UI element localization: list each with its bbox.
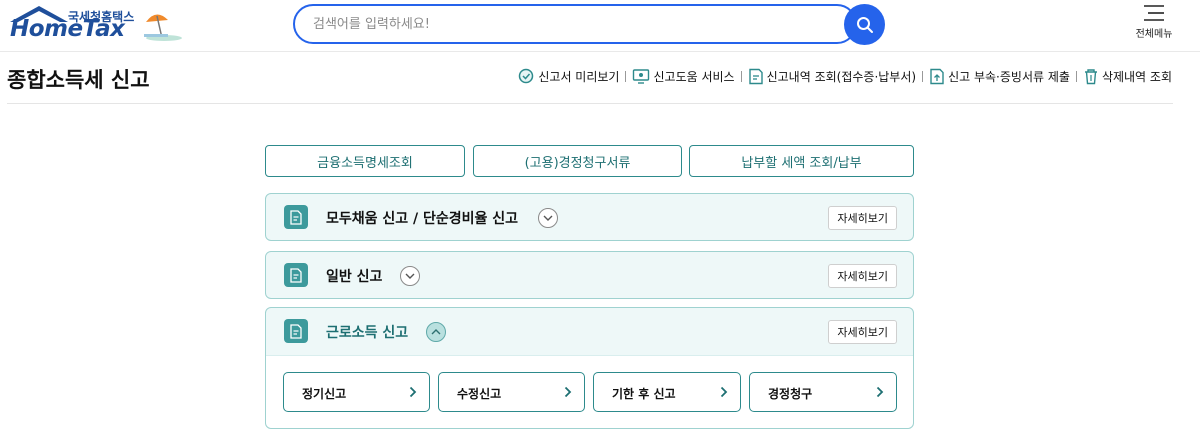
trash-icon bbox=[1084, 69, 1097, 85]
monitor-help-icon bbox=[633, 69, 650, 84]
divider bbox=[922, 71, 924, 82]
card-title: 일반 신고 bbox=[326, 269, 383, 285]
divider bbox=[625, 71, 627, 82]
button-label: 경정청구 bbox=[768, 387, 813, 401]
expand-toggle[interactable] bbox=[400, 266, 420, 286]
regular-filing-button[interactable]: 정기신고 bbox=[283, 372, 430, 412]
all-menu-label: 전체메뉴 bbox=[1135, 29, 1173, 40]
detail-view-button[interactable]: 자세히보기 bbox=[828, 206, 897, 230]
search-input[interactable] bbox=[293, 4, 857, 44]
detail-view-button[interactable]: 자세히보기 bbox=[828, 320, 897, 344]
expand-toggle[interactable] bbox=[538, 208, 558, 228]
late-filing-button[interactable]: 기한 후 신고 bbox=[593, 372, 741, 412]
filing-card-earned-income: 근로소득 신고 자세히보기 정기신고 수정신고 기한 후 신고 경정청구 bbox=[265, 307, 914, 429]
search-icon bbox=[856, 16, 873, 33]
hometax-logo[interactable]: 국세청홈택스 HomeTax bbox=[6, 2, 182, 48]
beach-umbrella-icon bbox=[144, 14, 182, 41]
doc-list-icon bbox=[748, 68, 763, 85]
card-body: 정기신고 수정신고 기한 후 신고 경정청구 bbox=[266, 355, 913, 428]
quick-link-label: 신고내역 조회(접수증·납부서) bbox=[766, 70, 917, 84]
page-title: 종합소득세 신고 bbox=[7, 68, 150, 92]
amended-filing-button[interactable]: 수정신고 bbox=[438, 372, 585, 412]
quick-link-label: 신고도움 서비스 bbox=[653, 70, 735, 84]
quick-links: 신고서 미리보기 신고도움 서비스 신고내역 조회(접수증·납부서) 신고 부속… bbox=[518, 68, 1172, 85]
doc-upload-icon bbox=[930, 68, 944, 85]
card-header[interactable]: 근로소득 신고 자세히보기 bbox=[266, 308, 913, 354]
chevron-right-icon bbox=[876, 386, 884, 398]
quick-link-deleted[interactable]: 삭제내역 조회 bbox=[1083, 68, 1172, 85]
employment-claim-docs-button[interactable]: (고용)경정청구서류 bbox=[473, 145, 682, 177]
logo-title: HomeTax bbox=[10, 16, 125, 42]
divider bbox=[1075, 71, 1077, 82]
search-bar bbox=[293, 4, 885, 45]
top-header: 국세청홈택스 HomeTax 전체메뉴 bbox=[0, 0, 1200, 52]
chevron-right-icon bbox=[720, 386, 728, 398]
card-header[interactable]: 일반 신고 자세히보기 bbox=[266, 252, 913, 298]
tax-payment-lookup-button[interactable]: 납부할 세액 조회/납부 bbox=[689, 145, 914, 177]
quick-link-history[interactable]: 신고내역 조회(접수증·납부서) bbox=[748, 68, 916, 85]
chevron-right-icon bbox=[564, 386, 572, 398]
chevron-right-icon bbox=[409, 386, 417, 398]
divider bbox=[740, 71, 742, 82]
quick-link-submit-docs[interactable]: 신고 부속·증빙서류 제출 bbox=[929, 68, 1070, 85]
search-button[interactable] bbox=[844, 4, 885, 45]
document-edit-icon bbox=[284, 263, 308, 287]
chevron-up-icon bbox=[431, 329, 441, 335]
quick-link-help-service[interactable]: 신고도움 서비스 bbox=[632, 68, 735, 85]
detail-view-button[interactable]: 자세히보기 bbox=[828, 264, 897, 288]
filing-card-general: 일반 신고 자세히보기 bbox=[265, 251, 914, 299]
button-label: 수정신고 bbox=[457, 387, 502, 401]
correction-claim-button[interactable]: 경정청구 bbox=[749, 372, 897, 412]
quick-link-label: 신고 부속·증빙서류 제출 bbox=[948, 70, 1070, 84]
card-header[interactable]: 모두채움 신고 / 단순경비율 신고 자세히보기 bbox=[266, 194, 913, 240]
quick-link-preview[interactable]: 신고서 미리보기 bbox=[518, 68, 619, 85]
hamburger-icon bbox=[1144, 5, 1164, 21]
chevron-down-icon bbox=[405, 273, 415, 279]
document-edit-icon bbox=[284, 319, 308, 343]
collapse-toggle[interactable] bbox=[426, 322, 446, 342]
button-label: 정기신고 bbox=[302, 387, 347, 401]
financial-income-lookup-button[interactable]: 금융소득명세조회 bbox=[265, 145, 465, 177]
document-edit-icon bbox=[284, 205, 308, 229]
magnify-doc-icon bbox=[519, 68, 534, 84]
filing-card-simple: 모두채움 신고 / 단순경비율 신고 자세히보기 bbox=[265, 193, 914, 241]
title-divider bbox=[7, 103, 1173, 104]
card-title: 근로소득 신고 bbox=[326, 325, 409, 341]
card-title: 모두채움 신고 / 단순경비율 신고 bbox=[326, 211, 519, 227]
quick-link-label: 신고서 미리보기 bbox=[538, 70, 620, 84]
chevron-down-icon bbox=[543, 215, 553, 221]
all-menu-button[interactable]: 전체메뉴 bbox=[1128, 4, 1180, 46]
quick-link-label: 삭제내역 조회 bbox=[1101, 70, 1172, 84]
button-label: 기한 후 신고 bbox=[612, 387, 676, 401]
